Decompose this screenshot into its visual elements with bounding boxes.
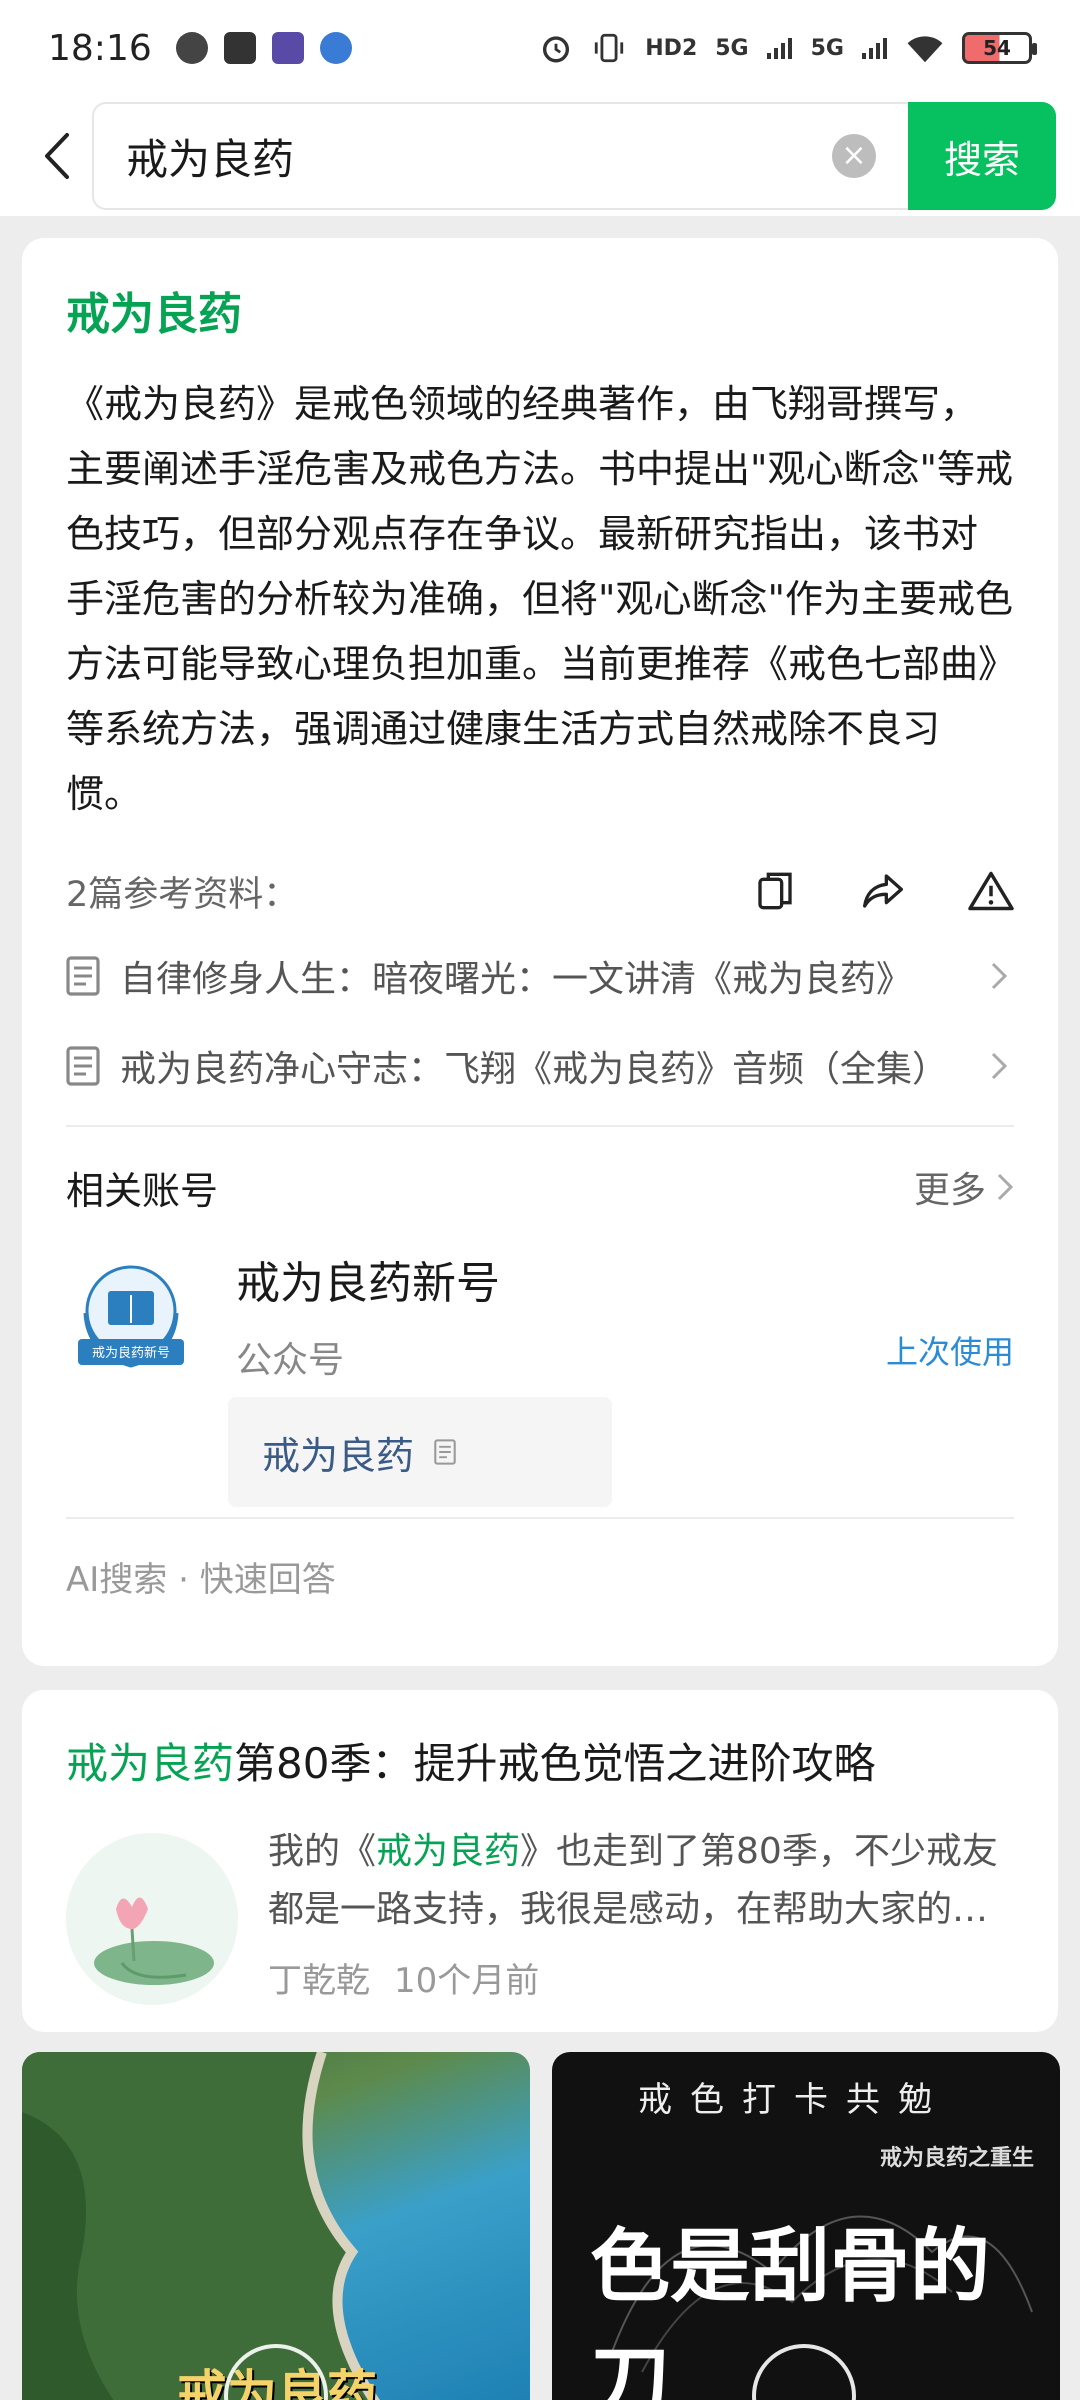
- signal-bars-icon-2: [862, 38, 887, 59]
- ai-search-footer: AI搜索 · 快速回答: [66, 1559, 336, 1600]
- signal-5g-1: 5G: [715, 35, 749, 61]
- video-card[interactable]: 戒色打卡共勉 戒为良药之重生 色是刮骨的刀: [552, 2052, 1060, 2400]
- account-name: 戒为良药新号: [236, 1258, 500, 1309]
- summary-prefix: 我的《: [268, 1831, 377, 1872]
- summary-highlight: 戒为良药: [376, 1831, 521, 1872]
- account-article-chip[interactable]: 戒为良药: [228, 1397, 612, 1507]
- article-meta: 丁乾乾 10个月前: [268, 1953, 1008, 2002]
- chevron-right-icon: [997, 1173, 1014, 1201]
- last-used-badge: 上次使用: [885, 1333, 1014, 1371]
- hd-badge: HD2: [645, 35, 698, 61]
- ai-answer-card: 戒为良药 《戒为良药》是戒色领域的经典著作，由飞翔哥撰写，主要阐述手淫危害及戒色…: [22, 238, 1058, 1666]
- battery-indicator: 54: [962, 32, 1037, 64]
- search-box: ×: [92, 102, 908, 210]
- app-notification-icon: [223, 32, 256, 64]
- related-accounts-header: 相关账号 更多: [66, 1127, 1014, 1247]
- related-account[interactable]: 戒为良药新号 戒为良药新号 公众号 上次使用 戒为良药: [66, 1247, 1014, 1517]
- battery-level: 54: [983, 36, 1011, 60]
- account-chip-label: 戒为良药: [262, 1433, 415, 1478]
- ai-answer-body: 《戒为良药》是戒色领域的经典著作，由飞翔哥撰写，主要阐述手淫危害及戒色方法。书中…: [66, 382, 1013, 816]
- search-input[interactable]: [126, 131, 832, 181]
- report-warning-icon[interactable]: [968, 868, 1014, 914]
- article-card[interactable]: 戒为良药第80季：提升戒色觉悟之进阶攻略 我的《戒为良药》也走到了第80季，不少…: [22, 1690, 1058, 2032]
- status-bar: 18:16 HD2 5G 5G 54: [0, 0, 1080, 96]
- signal-5g-2: 5G: [810, 35, 844, 61]
- wifi-icon: [907, 36, 943, 63]
- references-label: 2篇参考资料：: [66, 874, 299, 915]
- article-text: 我的《戒为良药》也走到了第80季，不少戒友都是一路支持，我很是感动，在帮助大家的…: [268, 1823, 1008, 2005]
- reference-item[interactable]: 戒为良药净心守志：飞翔《戒为良药》音频（全集）: [66, 1021, 1014, 1111]
- avatar-text: 戒为良药新号: [92, 1345, 170, 1361]
- alarm-icon: [543, 36, 570, 63]
- article-title-highlight: 戒为良药: [66, 1739, 235, 1788]
- account-type: 公众号: [236, 1340, 345, 1381]
- status-right: HD2 5G 5G 54: [539, 31, 1037, 65]
- ai-answer-title[interactable]: 戒为良药: [66, 278, 1014, 342]
- copy-icon[interactable]: [752, 868, 798, 914]
- reference-title: 自律修身人生：暗夜曙光：一文讲清《戒为良药》: [120, 959, 913, 1000]
- article-summary: 我的《戒为良药》也走到了第80季，不少戒友都是一路支持，我很是感动，在帮助大家的…: [268, 1823, 1008, 1939]
- reference-item[interactable]: 自律修身人生：暗夜曙光：一文讲清《戒为良药》: [66, 931, 1014, 1021]
- app-notification-icon-2: [271, 32, 304, 64]
- document-icon: [434, 1439, 456, 1465]
- answer-actions: [752, 868, 1014, 914]
- video-card[interactable]: 戒为良药: [22, 2052, 530, 2400]
- notification-icons: [175, 32, 352, 64]
- document-icon: [66, 956, 100, 996]
- status-time: 18:16: [48, 27, 152, 69]
- back-arrow-icon: [45, 133, 69, 179]
- chevron-right-icon: [991, 1052, 1008, 1080]
- article-time: 10个月前: [394, 1961, 540, 2001]
- more-label: 更多: [913, 1170, 986, 1211]
- back-button[interactable]: [28, 116, 84, 196]
- clear-search-button[interactable]: ×: [832, 134, 876, 178]
- reference-title: 戒为良药净心守志：飞翔《戒为良药》音频（全集）: [120, 1049, 949, 1090]
- wechat-icon: [175, 32, 208, 64]
- document-icon: [66, 1046, 100, 1086]
- signal-bars-icon: [766, 38, 792, 59]
- share-icon[interactable]: [860, 868, 906, 914]
- search-button[interactable]: 搜索: [908, 102, 1056, 210]
- article-title-rest: 第80季：提升戒色觉悟之进阶攻略: [234, 1739, 876, 1788]
- more-accounts-link[interactable]: 更多: [914, 1161, 1014, 1213]
- app-notification-icon-3: [319, 32, 352, 64]
- chevron-right-icon: [991, 962, 1008, 990]
- article-body: 我的《戒为良药》也走到了第80季，不少戒友都是一路支持，我很是感动，在帮助大家的…: [66, 1823, 1014, 2005]
- close-icon: ×: [841, 138, 867, 173]
- vibrate-icon: [595, 33, 624, 63]
- article-title[interactable]: 戒为良药第80季：提升戒色觉悟之进阶攻略: [66, 1730, 1014, 1791]
- article-author: 丁乾乾: [268, 1961, 370, 2001]
- account-avatar: 戒为良药新号: [78, 1265, 184, 1368]
- search-header: × 搜索: [0, 96, 1080, 216]
- references-row: 2篇参考资料：: [66, 861, 1014, 921]
- related-accounts-title: 相关账号: [66, 1168, 219, 1213]
- article-thumbnail: [66, 1833, 238, 2005]
